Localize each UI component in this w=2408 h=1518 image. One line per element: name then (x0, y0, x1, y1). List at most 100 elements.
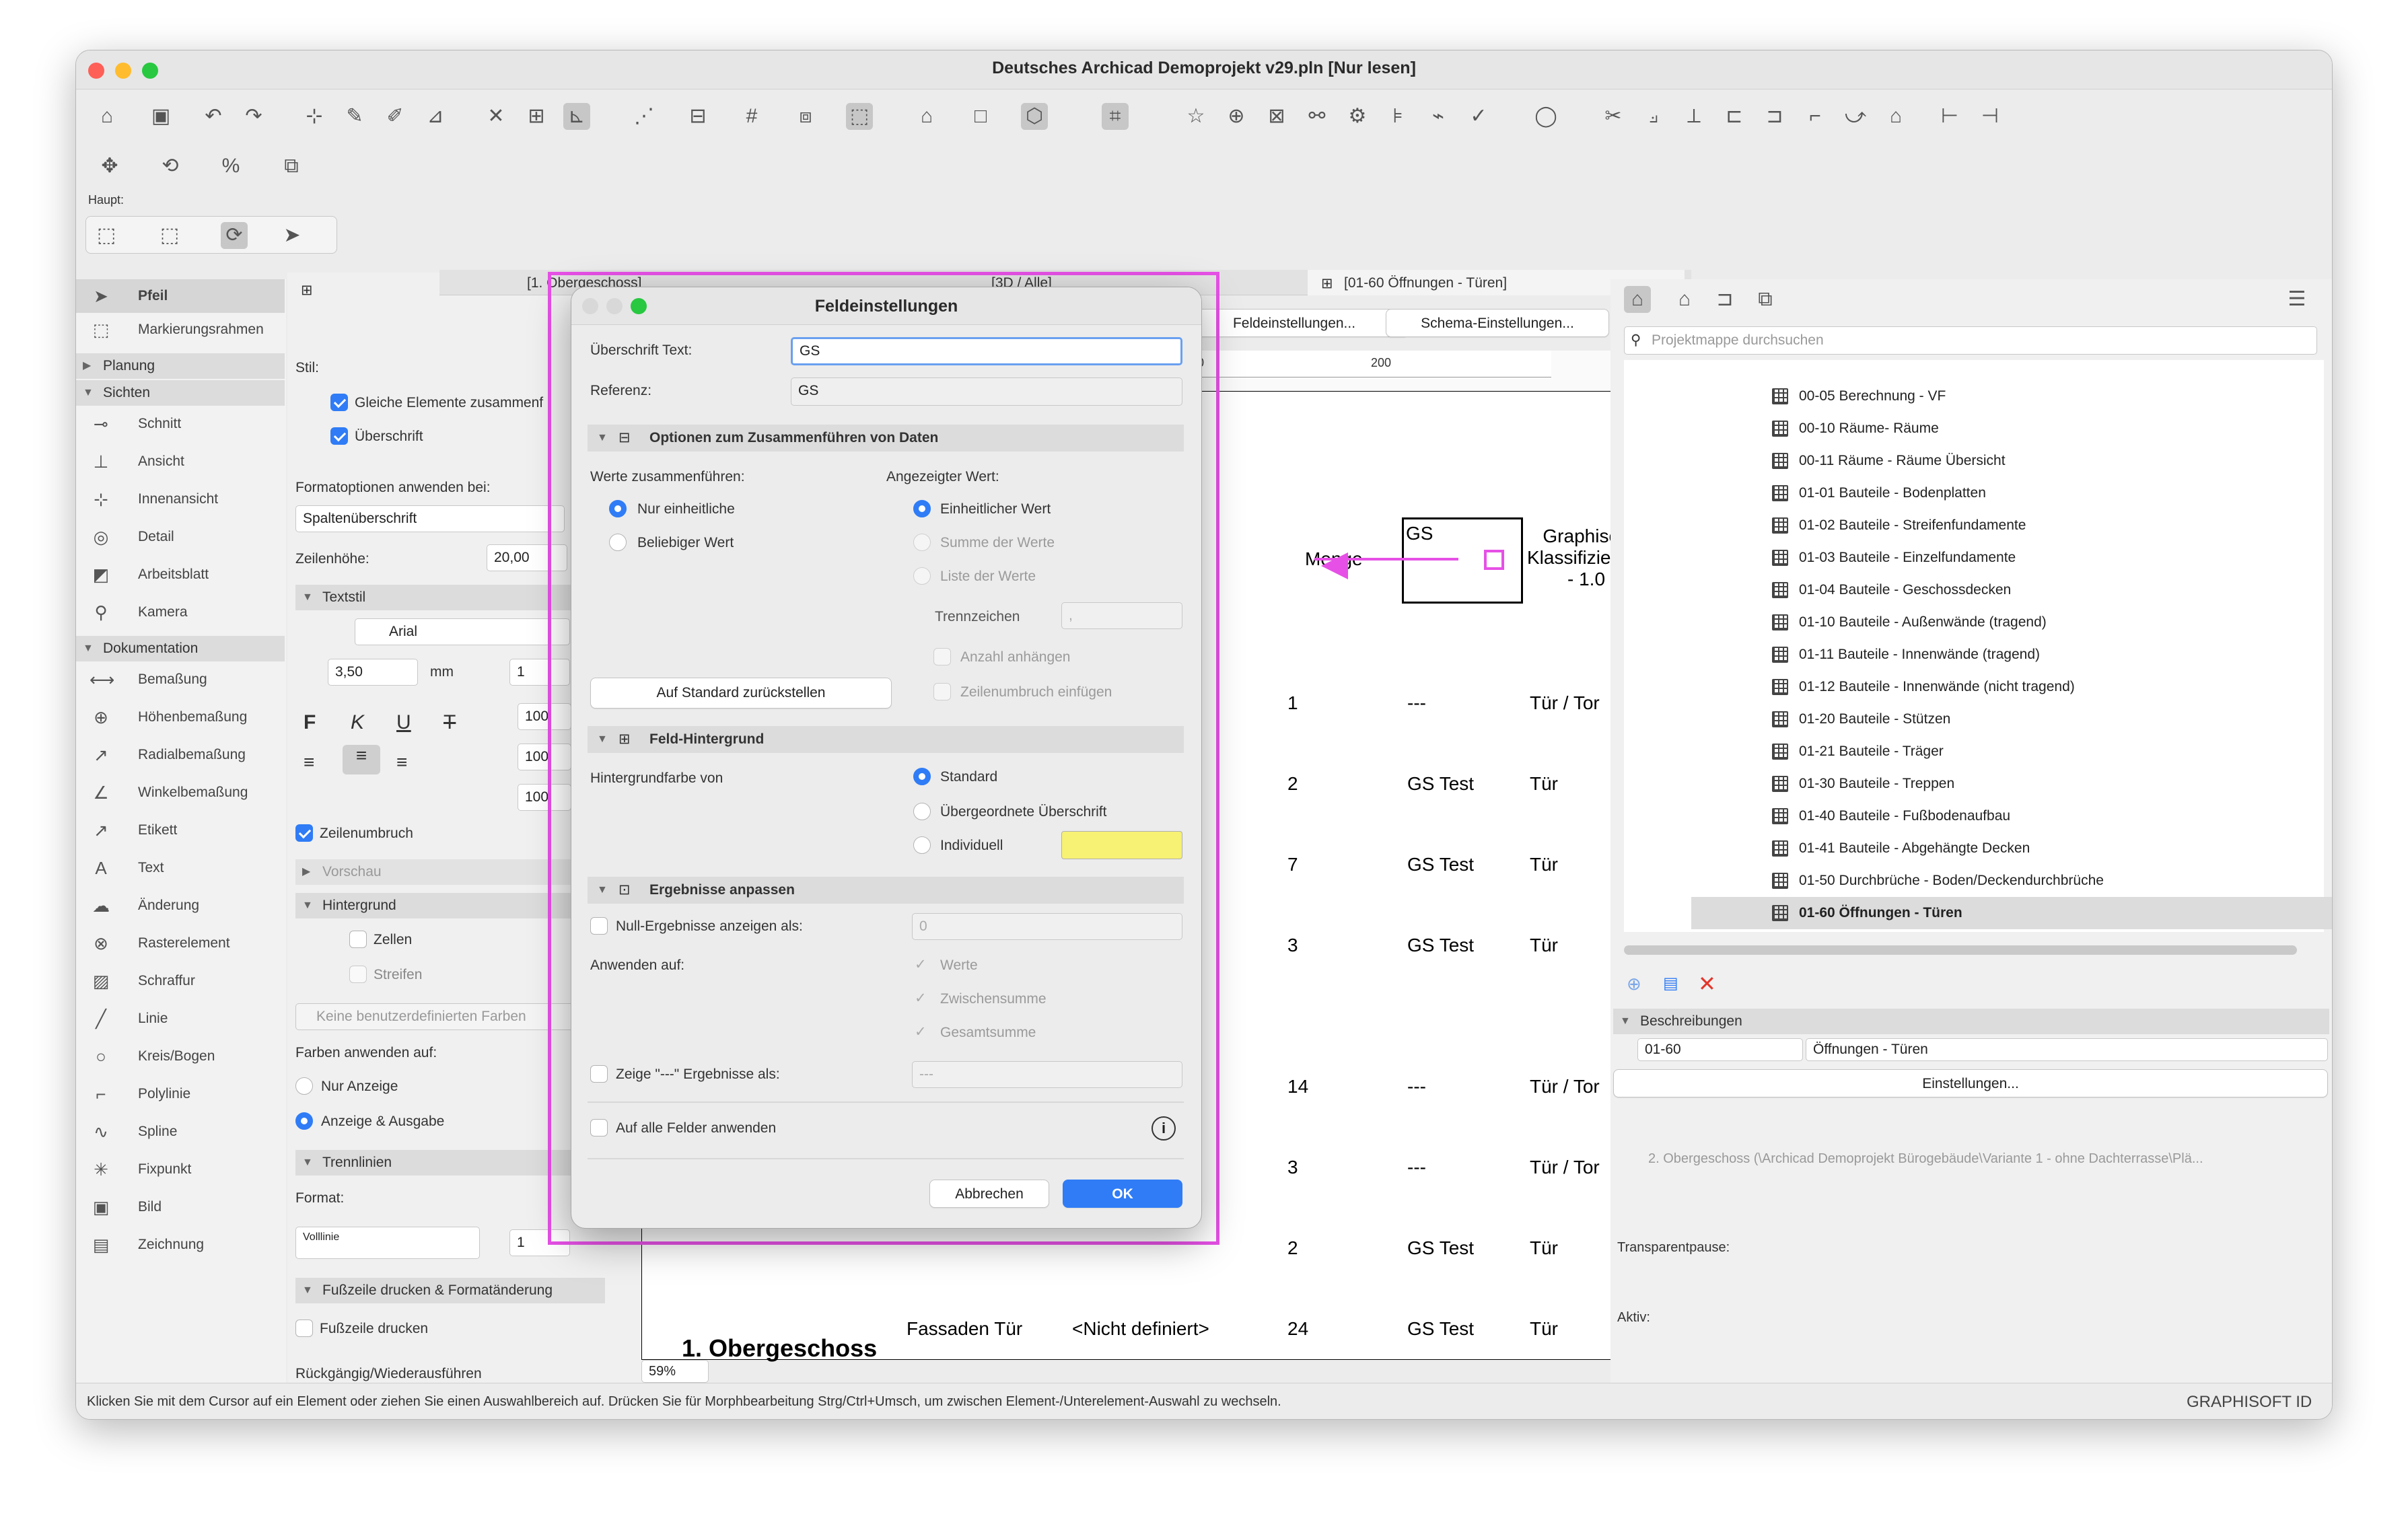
save-icon[interactable]: ▣ (147, 103, 174, 130)
lock-icon[interactable]: ⌂ (913, 103, 940, 130)
group-beschreibungen[interactable]: ▼ Beschreibungen (1613, 1009, 2329, 1034)
tool-bemassung[interactable]: ⟷ Bemaßung (76, 663, 285, 696)
roof-icon[interactable]: ⌂ (1882, 103, 1909, 130)
individuell-radio[interactable] (913, 836, 931, 854)
tree-item[interactable]: 00-11 Räume - Räume Übersicht (1691, 445, 2332, 477)
section-feld-hintergrund[interactable]: ▼ ⊞ Feld-Hintergrund (588, 726, 1184, 753)
tool-winkelbemassung[interactable]: ∠ Winkelbemaßung (76, 776, 285, 809)
standard-button[interactable]: Auf Standard zurückstellen (590, 678, 892, 709)
format-icon[interactable]: ⊞ (301, 282, 313, 299)
row5-typ[interactable]: Tür / Tor (1530, 1076, 1600, 1097)
adjust-icon[interactable]: ⟓ (1640, 103, 1667, 130)
favorites-icon[interactable]: ☆ (1182, 103, 1209, 130)
group-dokumentation[interactable]: ▼ Dokumentation (76, 636, 285, 661)
rotate-icon[interactable]: ⟲ (157, 153, 184, 180)
layers-icon[interactable]: ⊟ (684, 103, 711, 130)
row3-gs[interactable]: GS Test (1407, 854, 1474, 875)
link-icon[interactable]: ⚯ (1304, 103, 1331, 130)
zwischensumme-check-icon[interactable]: ✓ (915, 990, 927, 1007)
trace-icon[interactable]: ✕ (483, 103, 509, 130)
row5-gs[interactable]: --- (1407, 1076, 1426, 1097)
nur-einheitliche-radio[interactable] (609, 500, 627, 517)
curve-icon[interactable]: ⤻ (1842, 103, 1869, 130)
tool-polylinie[interactable]: ⌐ Polylinie (76, 1077, 285, 1111)
tool-arbeitsblatt[interactable]: ◩ Arbeitsblatt (76, 558, 285, 591)
tree-item[interactable]: 01-50 Durchbrüche - Boden/Deckendurchbrü… (1691, 865, 2332, 897)
row8-typ[interactable]: Tür (1530, 1318, 1558, 1340)
schedule-icon[interactable]: ⊧ (1384, 103, 1411, 130)
gesamtsumme-check-icon[interactable]: ✓ (915, 1023, 927, 1040)
row7-num[interactable]: 2 (1287, 1237, 1298, 1259)
tool-innenansicht[interactable]: ⊹ Innenansicht (76, 482, 285, 516)
tree-item[interactable]: 01-11 Bauteile - Innenwände (tragend) (1691, 639, 2332, 671)
group-sichten[interactable]: ▼ Sichten (76, 380, 285, 406)
format-options-select[interactable]: Spaltenüberschrift (295, 505, 565, 532)
polygon-select-icon[interactable]: ⬚ (93, 222, 120, 249)
row6-num[interactable]: 3 (1287, 1157, 1298, 1178)
check-icon[interactable]: ✓ (1465, 103, 1492, 130)
werte-check-icon[interactable]: ✓ (915, 956, 927, 973)
name-field[interactable]: Öffnungen - Türen (1806, 1038, 2328, 1061)
einheitlicher-radio[interactable] (913, 500, 931, 517)
tool-rasterelement[interactable]: ⊗ Rasterelement (76, 927, 285, 960)
row1-num[interactable]: 1 (1287, 692, 1298, 714)
row4-num[interactable]: 3 (1287, 935, 1298, 956)
uebergeordnete-radio[interactable] (913, 803, 931, 820)
tree-scrollbar[interactable] (1624, 945, 2297, 955)
tool-bild[interactable]: ▣ Bild (76, 1190, 285, 1224)
delete-icon[interactable]: ✕ (1698, 971, 1716, 997)
split-icon[interactable]: ✂ (1600, 103, 1627, 130)
row3-typ[interactable]: Tür (1530, 854, 1558, 875)
standard-radio[interactable] (913, 768, 931, 785)
group-textstil[interactable]: ▼ Textstil (295, 585, 578, 610)
tool-aenderung[interactable]: ☁ Änderung (76, 889, 285, 923)
tool-schraffur[interactable]: ▨ Schraffur (76, 964, 285, 998)
fillet-icon[interactable]: ⌐ (1802, 103, 1829, 130)
anzahl-checkbox[interactable] (933, 648, 951, 665)
abbrechen-button[interactable]: Abbrechen (929, 1180, 1049, 1208)
tool-kreis-bogen[interactable]: ○ Kreis/Bogen (76, 1040, 285, 1073)
row8-name[interactable]: Fassaden Tür (907, 1318, 1022, 1340)
ueberschrift-text-input[interactable]: GS (791, 337, 1182, 365)
publisher-icon[interactable]: ⧉ (1752, 286, 1779, 313)
tree-item[interactable]: 01-41 Bauteile - Abgehängte Decken (1691, 832, 2332, 865)
row7-gs[interactable]: GS Test (1407, 1237, 1474, 1259)
row2-num[interactable]: 2 (1287, 773, 1298, 795)
fusszeile-checkbox[interactable] (295, 1320, 313, 1337)
pet-palette-icon[interactable]: ⊹ (301, 103, 328, 130)
individuell-color-swatch[interactable] (1061, 831, 1182, 859)
zeilenumbruch-einfuegen-checkbox[interactable] (933, 683, 951, 700)
tree-item[interactable]: 01-04 Bauteile - Geschossdecken (1691, 574, 2332, 606)
graphisoft-id-label[interactable]: GRAPHISOFT ID (2187, 1393, 2312, 1412)
selection-icon[interactable]: ⬚ (846, 103, 873, 130)
tool-markierungsrahmen[interactable]: ⬚ Markierungsrahmen (76, 313, 285, 347)
font-size-field[interactable]: 3,50 (328, 659, 418, 686)
section-ergebnisse[interactable]: ▼ ⊡ Ergebnisse anpassen (588, 877, 1184, 904)
layout-book-icon[interactable]: ⊐ (1711, 286, 1738, 313)
info-icon[interactable]: i (1152, 1116, 1176, 1141)
group-hintergrund[interactable]: ▼ Hintergrund (295, 893, 578, 918)
row6-typ[interactable]: Tür / Tor (1530, 1157, 1600, 1178)
row6-gs[interactable]: --- (1407, 1157, 1426, 1178)
tree-item[interactable]: 00-10 Räume- Räume (1691, 412, 2332, 445)
italic-icon[interactable]: K (351, 711, 364, 734)
tree-item[interactable]: 01-21 Bauteile - Träger (1691, 735, 2332, 768)
properties-icon[interactable]: ▤ (1663, 974, 1678, 993)
row1-gs[interactable]: --- (1407, 692, 1426, 714)
arrow-tool-icon[interactable]: ➤ (279, 222, 306, 249)
tree-item[interactable]: 01-01 Bauteile - Bodenplatten (1691, 477, 2332, 509)
row5-num[interactable]: 14 (1287, 1076, 1308, 1097)
tree-item[interactable]: 01-12 Bauteile - Innenwände (nicht trage… (1691, 671, 2332, 703)
tool-hoehenbemassung[interactable]: ⊕ Höhenbemaßung (76, 700, 285, 734)
align-icon[interactable]: ⊣ (1977, 103, 2004, 130)
distribute-icon[interactable]: ⊢ (1936, 103, 1963, 130)
move-icon[interactable]: ✥ (96, 153, 123, 180)
streifen-checkbox[interactable] (349, 966, 367, 983)
inject-icon[interactable]: ✐ (382, 103, 409, 130)
ok-button[interactable]: OK (1063, 1180, 1182, 1208)
offset-icon[interactable]: ⊐ (1761, 103, 1788, 130)
search-input[interactable]: Projektmappe durchsuchen (1624, 326, 2317, 355)
add-icon[interactable]: ⊕ (1627, 974, 1641, 995)
grid-icon[interactable]: # (738, 103, 765, 130)
tool-fixpunkt[interactable]: ✳ Fixpunkt (76, 1153, 285, 1186)
